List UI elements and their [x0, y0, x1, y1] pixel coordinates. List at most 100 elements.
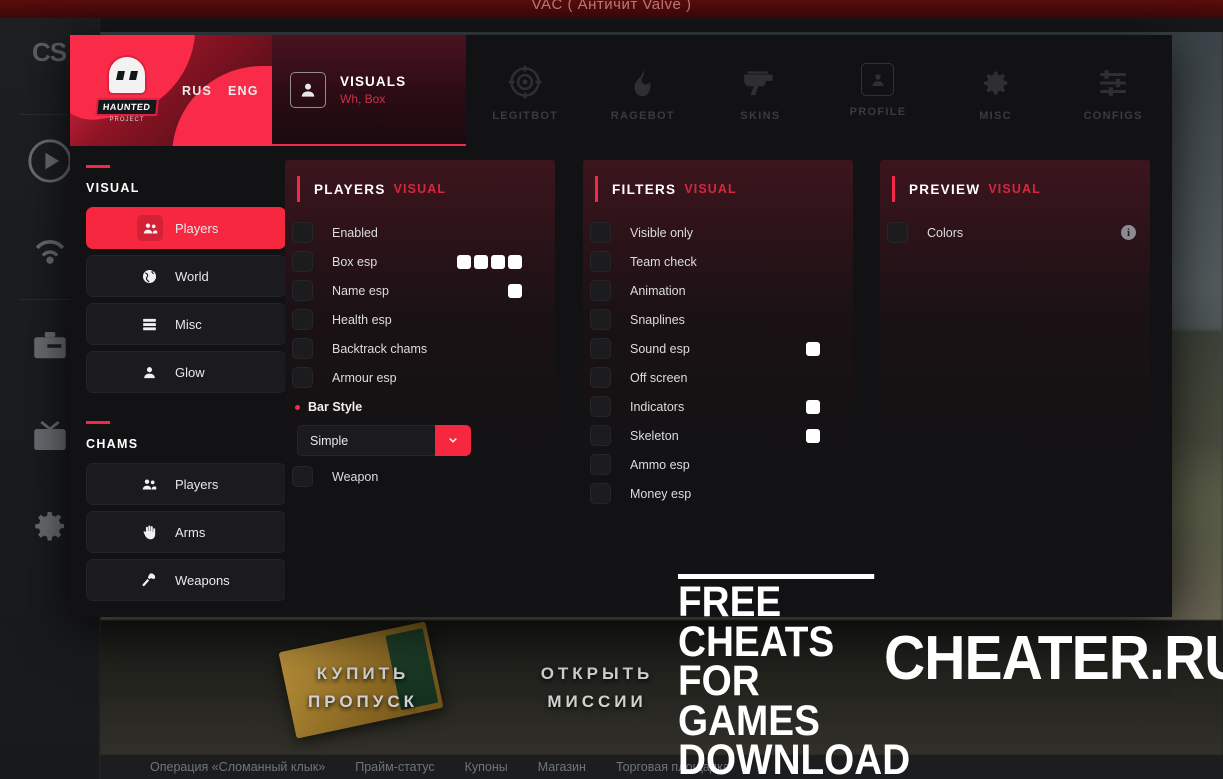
bottom-nav-item-prime[interactable]: Прайм-статус — [355, 760, 434, 774]
bar-style-group-label: Bar Style — [285, 392, 555, 422]
row-sound-esp: Sound esp — [583, 334, 853, 363]
filters-rows: Visible only Team check Animation Snapli… — [583, 218, 853, 508]
inventory-icon — [29, 325, 71, 372]
filters-panel-header: FILTERS VISUAL — [583, 160, 853, 218]
gear-icon — [29, 505, 71, 552]
person-icon — [861, 63, 895, 96]
checkbox-animation[interactable] — [590, 280, 611, 301]
row-box-esp: Box esp — [285, 247, 555, 276]
person-icon — [137, 360, 161, 384]
row-label: Money esp — [630, 486, 692, 501]
row-label: Sound esp — [630, 341, 690, 356]
tab-visuals[interactable]: VISUALS Wh, Box — [272, 35, 467, 146]
players-panel-title: PLAYERS — [314, 181, 386, 197]
tab-profile-label: PROFILE — [849, 106, 907, 118]
checkbox-name-esp[interactable] — [292, 280, 313, 301]
row-off-screen: Off screen — [583, 363, 853, 392]
color-swatch-box-esp-3[interactable] — [491, 254, 505, 269]
color-swatch-box-esp-2[interactable] — [474, 254, 488, 269]
bottom-nav-item-store[interactable]: Магазин — [538, 760, 586, 774]
checkbox-sound-esp[interactable] — [590, 338, 611, 359]
color-swatch-name-esp[interactable] — [508, 283, 522, 298]
color-swatch-box-esp-1[interactable] — [457, 254, 471, 269]
tab-misc[interactable]: MISC — [937, 35, 1055, 146]
open-missions-button[interactable]: ОТКРЫТЬ МИССИИ — [492, 660, 702, 716]
tab-configs[interactable]: CONFIGS — [1054, 35, 1172, 146]
sidebar-item-chams-weapons[interactable]: Weapons — [86, 559, 286, 601]
bottom-nav-item-coupons[interactable]: Купоны — [465, 760, 508, 774]
color-swatch-box-esp-4[interactable] — [508, 254, 522, 269]
checkbox-weapon[interactable] — [292, 466, 313, 487]
row-label: Snaplines — [630, 312, 685, 327]
checkbox-money-esp[interactable] — [590, 483, 611, 504]
row-weapon: Weapon — [285, 462, 555, 491]
buy-pass-button[interactable]: КУПИТЬ ПРОПУСК — [258, 660, 468, 716]
preview-panel-header: PREVIEW VISUAL — [880, 160, 1150, 218]
checkbox-off-screen[interactable] — [590, 367, 611, 388]
checkbox-armour-esp[interactable] — [292, 367, 313, 388]
checkbox-enabled[interactable] — [292, 222, 313, 243]
tab-ragebot[interactable]: RAGEBOT — [584, 35, 702, 146]
bottom-nav-item-operation[interactable]: Операция «Сломанный клык» — [150, 760, 325, 774]
chevron-down-icon[interactable] — [435, 425, 471, 456]
checkbox-team-check[interactable] — [590, 251, 611, 272]
tab-skins[interactable]: SKINS — [702, 35, 820, 146]
filters-panel-title: FILTERS — [612, 181, 677, 197]
brand-subtitle: PROJECT — [109, 117, 145, 123]
row-label: Enabled — [332, 225, 378, 240]
color-swatch-sound-esp[interactable] — [806, 341, 820, 356]
sidebar-group-chams-title: CHAMS — [86, 437, 139, 451]
checkbox-backtrack-chams[interactable] — [292, 338, 313, 359]
checkbox-colors[interactable] — [887, 222, 908, 243]
row-money-esp: Money esp — [583, 479, 853, 508]
players-panel-header: PLAYERS VISUAL — [285, 160, 555, 218]
row-health-esp: Health esp — [285, 305, 555, 334]
menu-sidebar: VISUAL Players World Misc Glow CHAMS Pla… — [86, 165, 286, 607]
vac-banner-label: VAC ( Античит Valve ) — [531, 0, 692, 13]
row-visible-only: Visible only — [583, 218, 853, 247]
menu-header: HAUNTED PROJECT RUS ENG VISUALS Wh, Box — [70, 35, 1172, 146]
checkbox-snaplines[interactable] — [590, 309, 611, 330]
section-rule — [86, 421, 110, 424]
sidebar-item-chams-players[interactable]: Players — [86, 463, 286, 505]
sidebar-item-visual-players[interactable]: Players — [86, 207, 286, 249]
color-swatch-indicators[interactable] — [806, 399, 820, 414]
sidebar-item-chams-arms[interactable]: Arms — [86, 511, 286, 553]
sidebar-group-visual-title: VISUAL — [86, 181, 140, 195]
filters-panel-subtitle: VISUAL — [684, 182, 737, 196]
flame-icon — [627, 60, 659, 100]
checkbox-health-esp[interactable] — [292, 309, 313, 330]
tab-configs-label: CONFIGS — [1083, 109, 1143, 122]
row-team-check: Team check — [583, 247, 853, 276]
checkbox-indicators[interactable] — [590, 396, 611, 417]
language-eng[interactable]: ENG — [228, 84, 259, 98]
language-rus[interactable]: RUS — [182, 84, 212, 98]
checkbox-ammo-esp[interactable] — [590, 454, 611, 475]
bottom-nav-item-market[interactable]: Торговая площадка — [616, 760, 730, 774]
row-label: Off screen — [630, 370, 688, 385]
row-label: Skeleton — [630, 428, 679, 443]
sidebar-label: Misc — [175, 316, 202, 332]
sidebar-label: Players — [175, 220, 219, 236]
sidebar-label: Arms — [175, 524, 206, 540]
checkbox-skeleton[interactable] — [590, 425, 611, 446]
checkbox-box-esp[interactable] — [292, 251, 313, 272]
sidebar-item-visual-glow[interactable]: Glow — [86, 351, 286, 393]
buy-pass-label: КУПИТЬ ПРОПУСК — [307, 664, 418, 711]
bar-style-dropdown[interactable]: Simple — [297, 425, 471, 456]
sidebar-item-visual-misc[interactable]: Misc — [86, 303, 286, 345]
color-swatch-skeleton[interactable] — [806, 428, 820, 443]
pistol-icon — [741, 60, 779, 100]
tab-legitbot[interactable]: LEGITBOT — [466, 35, 584, 146]
sidebar-item-visual-world[interactable]: World — [86, 255, 286, 297]
tab-profile[interactable]: PROFILE — [819, 35, 937, 146]
tab-visuals-label: VISUALS — [340, 73, 407, 89]
row-label: Weapon — [332, 469, 379, 484]
row-colors: Colors i — [880, 218, 1150, 247]
person-icon — [290, 71, 326, 108]
checkbox-visible-only[interactable] — [590, 222, 611, 243]
language-switcher: RUS ENG — [182, 35, 259, 146]
cheat-menu-window: HAUNTED PROJECT RUS ENG VISUALS Wh, Box — [70, 35, 1172, 617]
row-name-esp: Name esp — [285, 276, 555, 305]
info-icon[interactable]: i — [1121, 225, 1136, 240]
